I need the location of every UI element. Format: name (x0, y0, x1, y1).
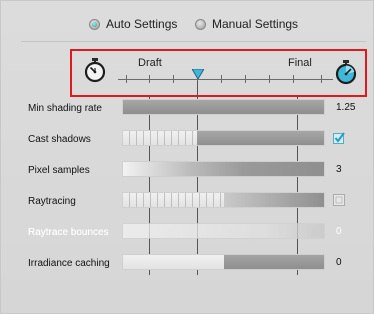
bar-dashes (123, 131, 200, 145)
bar-dashes (123, 193, 226, 207)
quality-slider-highlight (70, 49, 367, 97)
slider-tick (173, 75, 174, 83)
raytracing-checkbox[interactable] (333, 194, 345, 206)
slider-tick (149, 75, 150, 83)
stopwatch-slow-icon[interactable] (83, 57, 107, 83)
bar-min-shading-rate (122, 99, 325, 115)
mode-radio-group: Auto Settings Manual Settings (1, 17, 374, 35)
value-pixel-samples[interactable]: 3 (336, 164, 342, 175)
bar-irradiance-caching (122, 254, 325, 270)
render-settings-panel: Auto Settings Manual Settings Draft Fina… (0, 0, 374, 314)
slider-tick (221, 75, 222, 83)
final-reference-line (297, 97, 298, 275)
radio-unselected-icon (195, 18, 206, 30)
row-label-raytrace-bounces: Raytrace bounces (28, 227, 109, 238)
bar-fill (223, 193, 324, 207)
row-label-raytracing: Raytracing (28, 196, 76, 207)
quality-slider-track[interactable] (118, 79, 333, 80)
bar-fill (197, 131, 324, 145)
stopwatch-fast-icon[interactable] (334, 59, 358, 85)
manual-settings-radio[interactable]: Manual Settings (195, 17, 298, 31)
slider-tick (269, 75, 270, 83)
auto-settings-label: Auto Settings (106, 17, 178, 31)
bar-raytracing (122, 192, 325, 208)
bar-cast-shadows (122, 130, 325, 146)
manual-settings-label: Manual Settings (212, 17, 299, 31)
draft-label: Draft (138, 57, 162, 69)
row-label-irradiance-caching: Irradiance caching (28, 258, 110, 269)
slider-tick (126, 75, 127, 83)
bar-fill (123, 224, 324, 238)
separator (21, 41, 366, 42)
row-label-cast-shadows: Cast shadows (28, 134, 91, 145)
bar-fill (223, 255, 324, 269)
auto-settings-radio[interactable]: Auto Settings (89, 17, 177, 31)
quality-slider-thumb[interactable] (192, 69, 204, 79)
bar-fill (123, 100, 324, 114)
row-label-pixel-samples: Pixel samples (28, 165, 90, 176)
value-raytrace-bounces: 0 (336, 226, 342, 237)
value-irradiance-caching[interactable]: 0 (336, 257, 342, 268)
bar-fill (123, 162, 324, 176)
draft-reference-line (149, 97, 150, 275)
slider-tick (245, 75, 246, 83)
radio-selected-icon (89, 18, 100, 30)
value-min-shading-rate[interactable]: 1.25 (336, 102, 355, 113)
bar-pixel-samples (122, 161, 325, 177)
bar-raytrace-bounces (122, 223, 325, 239)
cast-shadows-checkbox[interactable] (333, 132, 345, 144)
slider-tick (293, 75, 294, 83)
row-label-min-shading-rate: Min shading rate (28, 103, 102, 114)
slider-tick (321, 75, 322, 83)
final-label: Final (288, 57, 312, 69)
